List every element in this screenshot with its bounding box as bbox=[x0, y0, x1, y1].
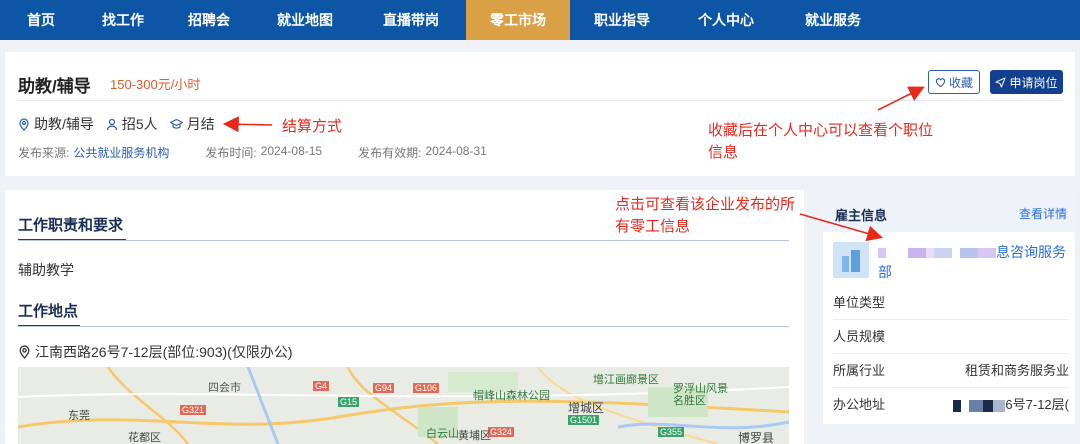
job-tags: 助教/辅导 招5人 月结 bbox=[18, 114, 227, 134]
nav-employment-service[interactable]: 就业服务 bbox=[778, 0, 888, 40]
duties-divider bbox=[18, 240, 789, 241]
map-label: G1501 bbox=[568, 415, 600, 425]
source-label: 发布来源: bbox=[18, 146, 70, 160]
nav-live-recruit[interactable]: 直播带岗 bbox=[356, 0, 466, 40]
valid-label: 发布有效期: bbox=[358, 146, 422, 160]
map-label: 罗浮山风景名胜区 bbox=[673, 383, 728, 407]
tag-headcount-label: 招5人 bbox=[121, 116, 158, 132]
location-map[interactable]: 四会市 G321 G15 G324 G94 G106 G4 G355 G1501… bbox=[18, 367, 789, 444]
map-label: 博罗县 bbox=[738, 431, 775, 444]
info-value: 租赁和商务服务业 bbox=[964, 363, 1069, 378]
building-icon bbox=[842, 250, 860, 272]
nav-job-map[interactable]: 就业地图 bbox=[254, 0, 356, 40]
apply-label: 申请岗位 bbox=[1009, 75, 1058, 90]
employer-logo[interactable] bbox=[833, 242, 869, 278]
map-label: G4 bbox=[313, 381, 330, 391]
tag-settlement: 月结 bbox=[169, 114, 215, 134]
annotation-settlement: 结算方式 bbox=[282, 118, 343, 135]
map-label: 四会市 bbox=[208, 382, 241, 394]
tag-headcount: 招5人 bbox=[106, 114, 158, 134]
map-label: 花都区 bbox=[128, 432, 161, 444]
nav-gig-market[interactable]: 零工市场 bbox=[466, 0, 570, 40]
location-pin-icon bbox=[19, 345, 30, 359]
map-label: G15 bbox=[338, 397, 360, 407]
employer-card: 雇主信息 查看详情 息咨询服务部 单位类型 人员规模 所属行业 租赁和商务服务业… bbox=[823, 192, 1075, 424]
info-row-address: 办公地址 6号7-12层( bbox=[833, 388, 1069, 422]
map-label: G321 bbox=[180, 405, 207, 415]
duties-text: 辅助教学 bbox=[18, 262, 74, 278]
tag-category: 助教/辅导 bbox=[18, 114, 94, 134]
map-label: 增江画廊景区 bbox=[593, 374, 659, 386]
person-icon bbox=[106, 118, 117, 130]
apply-button[interactable]: 申请岗位 bbox=[990, 70, 1063, 94]
publish-date: 2024-08-15 bbox=[260, 144, 323, 158]
employer-title: 雇主信息 bbox=[835, 208, 888, 223]
employer-header: 雇主信息 查看详情 bbox=[823, 192, 1075, 232]
info-label: 所属行业 bbox=[833, 363, 886, 378]
info-row-type: 单位类型 bbox=[833, 286, 1069, 320]
map-label: G94 bbox=[373, 383, 395, 393]
location-divider bbox=[18, 326, 789, 327]
map-label: G355 bbox=[658, 427, 685, 437]
top-nav: 首页 找工作 招聘会 就业地图 直播带岗 零工市场 职业指导 个人中心 就业服务 bbox=[0, 0, 1080, 40]
tag-category-label: 助教/辅导 bbox=[34, 116, 94, 132]
source-link[interactable]: 公共就业服务机构 bbox=[73, 144, 169, 161]
valid-date: 2024-08-31 bbox=[425, 144, 487, 158]
info-label: 单位类型 bbox=[833, 295, 886, 310]
job-salary: 150-300元/小时 bbox=[110, 77, 201, 92]
work-address: 江南西路26号7-12层(部位:903)(仅限办公) bbox=[18, 342, 293, 362]
info-row-industry: 所属行业 租赁和商务服务业 bbox=[833, 354, 1069, 388]
job-title: 助教/辅导 bbox=[18, 77, 91, 96]
nav-career-guide[interactable]: 职业指导 bbox=[570, 0, 674, 40]
employer-details-link[interactable]: 查看详情 bbox=[1019, 205, 1067, 222]
job-meta: 发布来源: 公共就业服务机构 发布时间: 2024-08-15 发布有效期: 2… bbox=[18, 144, 491, 161]
map-label: 帽峰山森林公园 bbox=[473, 390, 550, 402]
map-label: 东莞 bbox=[68, 410, 90, 422]
nav-job-fair[interactable]: 招聘会 bbox=[164, 0, 254, 40]
employer-name[interactable]: 息咨询服务部 bbox=[878, 242, 1068, 282]
header-divider bbox=[18, 100, 1063, 101]
location-title: 工作地点 bbox=[18, 300, 80, 327]
map-label: G106 bbox=[413, 383, 440, 393]
favorite-label: 收藏 bbox=[948, 75, 973, 90]
favorite-button[interactable]: 收藏 bbox=[928, 70, 980, 94]
info-value: 6号7-12层( bbox=[953, 388, 1069, 422]
publish-label: 发布时间: bbox=[205, 146, 257, 160]
heart-icon bbox=[935, 78, 946, 87]
nav-personal-center[interactable]: 个人中心 bbox=[674, 0, 778, 40]
redacted-mark bbox=[953, 399, 1006, 412]
send-icon bbox=[995, 76, 1007, 88]
duties-title: 工作职责和要求 bbox=[18, 214, 126, 241]
annotation-favorite: 收藏后在个人中心可以查看个职位信息 bbox=[708, 122, 934, 161]
annotation-employer: 点击可查看该企业发布的所有零工信息 bbox=[615, 196, 796, 235]
location-pin-icon bbox=[19, 117, 29, 131]
map-label: 黄埔区 bbox=[458, 430, 491, 442]
map-label: G324 bbox=[488, 427, 515, 437]
info-label: 人员规模 bbox=[833, 329, 886, 344]
graduation-cap-icon bbox=[169, 118, 183, 129]
tag-settlement-label: 月结 bbox=[186, 116, 215, 132]
nav-find-job[interactable]: 找工作 bbox=[82, 0, 164, 40]
work-address-text: 江南西路26号7-12层(部位:903)(仅限办公) bbox=[35, 344, 293, 360]
info-label: 办公地址 bbox=[833, 397, 886, 412]
nav-home[interactable]: 首页 bbox=[0, 0, 82, 40]
info-row-size: 人员规模 bbox=[833, 320, 1069, 354]
map-label: 增城区 bbox=[568, 401, 605, 415]
redacted-mark bbox=[878, 248, 996, 259]
map-label: 白云山 bbox=[426, 428, 459, 440]
